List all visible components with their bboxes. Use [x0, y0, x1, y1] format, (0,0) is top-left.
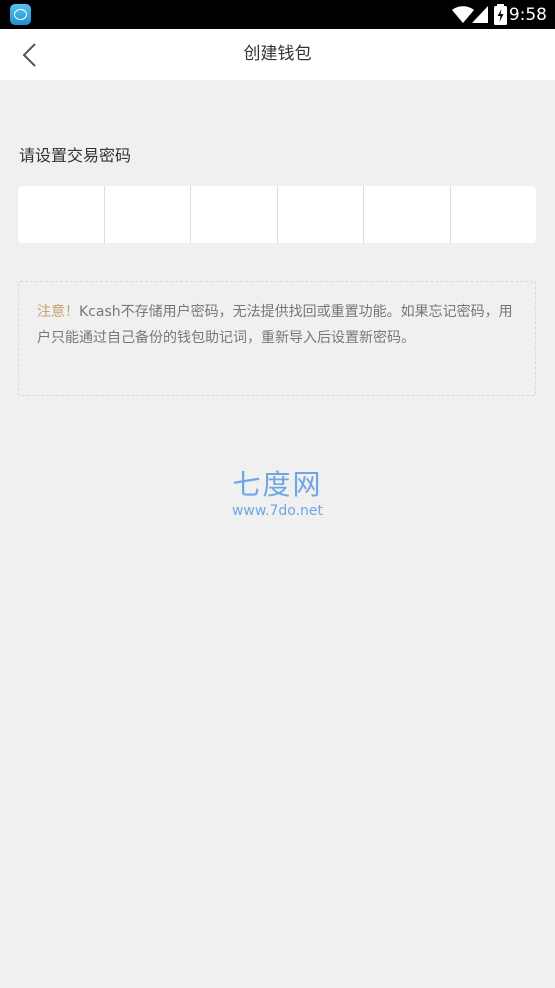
- watermark: 七度网 www.7do.net: [0, 468, 555, 520]
- password-digit-5[interactable]: [364, 186, 451, 243]
- password-input-group[interactable]: [18, 186, 536, 243]
- notice-text: Kcash不存储用户密码，无法提供找回或重置功能。如果忘记密码，用户只能通过自己…: [37, 304, 513, 346]
- navigation-bar: 创建钱包: [0, 29, 555, 80]
- notice-label: 注意！: [37, 304, 79, 320]
- app-badge-icon: [10, 4, 31, 25]
- password-digit-3[interactable]: [191, 186, 278, 243]
- password-digit-4[interactable]: [278, 186, 364, 243]
- notice-box: 注意！Kcash不存储用户密码，无法提供找回或重置功能。如果忘记密码，用户只能通…: [18, 281, 536, 396]
- notice-message: 注意！Kcash不存储用户密码，无法提供找回或重置功能。如果忘记密码，用户只能通…: [37, 299, 519, 351]
- password-label: 请设置交易密码: [19, 146, 132, 165]
- status-time: 9:58: [508, 5, 547, 25]
- status-bar: 9:58: [0, 0, 555, 29]
- password-digit-1[interactable]: [18, 186, 105, 243]
- battery-charging-icon: [494, 4, 507, 25]
- password-digit-2[interactable]: [105, 186, 191, 243]
- page-title: 创建钱包: [243, 44, 312, 64]
- password-digit-6[interactable]: [451, 186, 537, 243]
- cellular-signal-icon: [472, 6, 488, 23]
- watermark-logo: 七度网: [232, 468, 323, 501]
- watermark-url: www.7do.net: [231, 503, 324, 519]
